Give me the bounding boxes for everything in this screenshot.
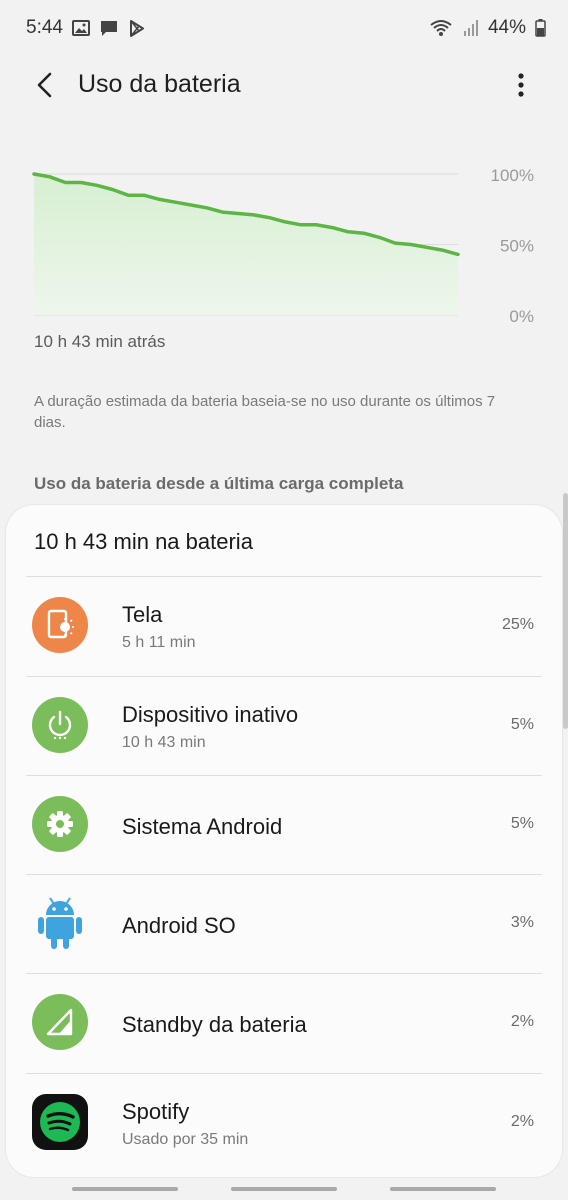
gear-icon xyxy=(47,811,73,837)
row-percent: 2% xyxy=(510,1113,534,1130)
screen-brightness-icon xyxy=(47,609,74,639)
navigation-bar xyxy=(0,1176,568,1200)
row-icon-bg xyxy=(32,1094,88,1150)
row-name: Android SO xyxy=(122,913,236,938)
card-title: 10 h 43 min na bateria xyxy=(34,529,253,554)
list-item-sistema-android[interactable]: Sistema Android 5% xyxy=(6,776,562,875)
row-percent: 5% xyxy=(510,716,534,733)
row-icon-bg xyxy=(32,994,88,1050)
section-header: Uso da bateria desde a última carga comp… xyxy=(34,474,404,493)
list-item-spotify[interactable]: Spotify Usado por 35 min 2% xyxy=(6,1074,562,1173)
list-item-android-so[interactable]: Android SO 3% xyxy=(6,875,562,974)
scrollbar[interactable] xyxy=(563,493,568,729)
more-vert-icon xyxy=(518,73,524,97)
android-robot-icon xyxy=(38,897,82,949)
power-idle-icon xyxy=(48,710,72,740)
chart-y-tick-label: 50% xyxy=(500,237,534,256)
gallery-notification-icon xyxy=(71,18,91,38)
row-percent: 2% xyxy=(510,1013,534,1030)
row-sub: 5 h 11 min xyxy=(122,634,196,651)
chart-y-tick-label: 100% xyxy=(491,166,534,185)
chart-y-tick-label: 0% xyxy=(509,307,534,326)
signal-standby-icon xyxy=(46,1008,73,1036)
usage-card: 10 h 43 min na bateria Tela 5 h 11 min 2… xyxy=(6,505,562,1177)
estimate-note: A duração estimada da bateria baseia-se … xyxy=(34,393,496,431)
row-icon-bg xyxy=(32,597,88,653)
battery-usage-chart: 100% 50% 0% xyxy=(0,150,568,340)
row-icon-bg xyxy=(32,697,88,753)
status-time: 5:44 xyxy=(26,17,63,38)
list-item-standby-da-bateria[interactable]: Standby da bateria 2% xyxy=(6,974,562,1073)
wifi-icon xyxy=(428,18,454,38)
row-name: Spotify xyxy=(122,1099,190,1124)
back-button[interactable] xyxy=(28,68,62,102)
message-notification-icon xyxy=(99,18,119,38)
row-name: Standby da bateria xyxy=(122,1012,307,1037)
status-right: 44% xyxy=(428,17,546,39)
status-bar: 5:44 44% xyxy=(0,0,568,56)
nav-recents-handle[interactable] xyxy=(72,1187,178,1191)
row-sub: 10 h 43 min xyxy=(122,734,206,751)
list-item-tela[interactable]: Tela 5 h 11 min 25% xyxy=(6,577,562,676)
row-percent: 5% xyxy=(510,815,534,832)
app-bar: Uso da bateria xyxy=(0,56,568,114)
row-name: Dispositivo inativo xyxy=(122,702,299,727)
play-store-notification-icon xyxy=(127,18,147,38)
status-left: 5:44 xyxy=(26,17,147,39)
nav-back-handle[interactable] xyxy=(390,1187,496,1191)
row-sub: Usado por 35 min xyxy=(122,1131,249,1148)
page-title: Uso da bateria xyxy=(78,70,241,98)
row-percent: 25% xyxy=(501,616,534,633)
cell-signal-icon xyxy=(462,18,480,38)
row-percent: 3% xyxy=(510,914,534,931)
row-icon-bg xyxy=(32,895,88,951)
nav-home-handle[interactable] xyxy=(231,1187,337,1191)
battery-percent: 44% xyxy=(487,17,526,38)
list-item-dispositivo-inativo[interactable]: Dispositivo inativo 10 h 43 min 5% xyxy=(6,677,562,776)
chart-svg: 100% 50% 0% xyxy=(32,166,534,326)
row-name: Tela xyxy=(122,602,163,627)
row-icon-bg xyxy=(32,796,88,852)
more-options-button[interactable] xyxy=(504,68,538,102)
row-name: Sistema Android xyxy=(122,814,283,839)
battery-icon xyxy=(534,18,546,38)
chart-x-label: 10 h 43 min atrás xyxy=(34,332,166,351)
spotify-icon xyxy=(40,1102,80,1142)
back-arrow-icon xyxy=(37,72,52,98)
